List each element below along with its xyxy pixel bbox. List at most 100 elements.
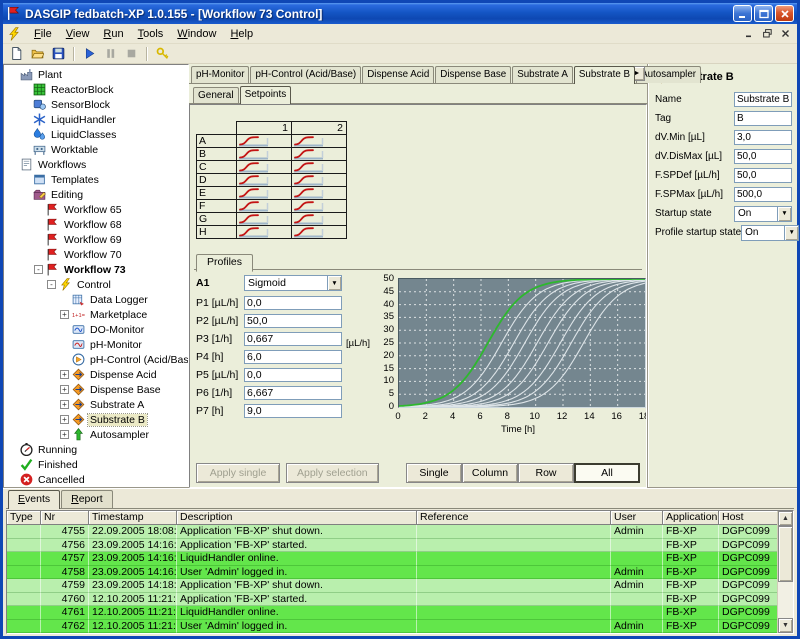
- mdi-close-button[interactable]: [777, 27, 793, 41]
- tree-item-workflow-68[interactable]: Workflow 68: [5, 217, 188, 232]
- event-row-4762[interactable]: 476212.10.2005 11:21:42User 'Admin' logg…: [7, 620, 793, 634]
- column-header-type[interactable]: Type: [7, 511, 41, 525]
- param-7-input[interactable]: [244, 404, 342, 418]
- grid-cell-F1[interactable]: [237, 200, 292, 213]
- tree-item-ph-control-acid-base[interactable]: pH-Control (Acid/Base): [5, 352, 188, 367]
- events-scrollbar[interactable]: ▲ ▼: [777, 511, 793, 633]
- grid-cell-E1[interactable]: [237, 187, 292, 200]
- tree-item-control[interactable]: -Control: [5, 277, 188, 292]
- grid-row-E[interactable]: E: [197, 187, 237, 200]
- chevron-down-icon[interactable]: ▼: [327, 276, 341, 290]
- grid-row-A[interactable]: A: [197, 135, 237, 148]
- mode-row-button[interactable]: Row: [518, 463, 574, 483]
- grid-row-D[interactable]: D: [197, 174, 237, 187]
- tab-ph-control-acid-base[interactable]: pH-Control (Acid/Base): [250, 66, 361, 83]
- menu-window[interactable]: Window: [170, 25, 223, 43]
- expand-icon[interactable]: +: [60, 415, 69, 424]
- grid-cell-D2[interactable]: [292, 174, 347, 187]
- column-header-reference[interactable]: Reference: [417, 511, 611, 525]
- grid-cell-H2[interactable]: [292, 226, 347, 239]
- param-2-input[interactable]: [244, 314, 342, 328]
- expand-icon[interactable]: +: [60, 385, 69, 394]
- grid-row-F[interactable]: F: [197, 200, 237, 213]
- tree-item-substrate-b[interactable]: +Substrate B: [5, 412, 188, 427]
- tree-item-autosampler[interactable]: +Autosampler: [5, 427, 188, 442]
- tab-dispense-base[interactable]: Dispense Base: [435, 66, 511, 83]
- maximize-button[interactable]: [754, 5, 773, 22]
- tree-item-reactorblock[interactable]: ReactorBlock: [5, 82, 188, 97]
- grid-cell-B2[interactable]: [292, 148, 347, 161]
- events-tab-events[interactable]: Events: [8, 490, 60, 509]
- tab-substrate-b[interactable]: Substrate B: [574, 66, 635, 84]
- event-row-4755[interactable]: 475522.09.2005 18:08:19Application 'FB-X…: [7, 525, 793, 539]
- event-row-4759[interactable]: 475923.09.2005 14:18:13Application 'FB-X…: [7, 579, 793, 593]
- param-4-input[interactable]: [244, 350, 342, 364]
- apply-single-button[interactable]: Apply single: [196, 463, 280, 483]
- subtab-setpoints[interactable]: Setpoints: [240, 86, 292, 104]
- column-header-user[interactable]: User: [611, 511, 663, 525]
- grid-cell-C1[interactable]: [237, 161, 292, 174]
- tag-input[interactable]: [734, 111, 792, 126]
- tree-item-worktable[interactable]: Worktable: [5, 142, 188, 157]
- f-spmax-l-h-input[interactable]: [734, 187, 792, 202]
- tree-item-substrate-a[interactable]: +Substrate A: [5, 397, 188, 412]
- tree-item-running[interactable]: Running: [5, 442, 188, 457]
- mdi-minimize-button[interactable]: [741, 27, 757, 41]
- grid-cell-B1[interactable]: [237, 148, 292, 161]
- run-button[interactable]: [80, 45, 98, 62]
- apply-selection-button[interactable]: Apply selection: [286, 463, 379, 483]
- profile-type-select[interactable]: Sigmoid ▼: [244, 275, 342, 291]
- event-row-4760[interactable]: 476012.10.2005 11:21:27Application 'FB-X…: [7, 593, 793, 607]
- chevron-down-icon[interactable]: ▼: [784, 226, 798, 240]
- open-button[interactable]: [28, 45, 46, 62]
- param-5-input[interactable]: [244, 368, 342, 382]
- mdi-restore-button[interactable]: [759, 27, 775, 41]
- tree-item-workflow-65[interactable]: Workflow 65: [5, 202, 188, 217]
- mode-column-button[interactable]: Column: [462, 463, 518, 483]
- collapse-icon[interactable]: -: [47, 280, 56, 289]
- grid-cell-G2[interactable]: [292, 213, 347, 226]
- grid-row-H[interactable]: H: [197, 226, 237, 239]
- event-row-4756[interactable]: 475623.09.2005 14:16:17Application 'FB-X…: [7, 539, 793, 553]
- tree-item-finished[interactable]: Finished: [5, 457, 188, 472]
- scroll-down-icon[interactable]: ▼: [778, 618, 793, 633]
- grid-row-G[interactable]: G: [197, 213, 237, 226]
- startup-state-select[interactable]: On▼: [734, 206, 792, 222]
- tree-item-plant[interactable]: Plant: [5, 67, 188, 82]
- mode-all-button[interactable]: All: [574, 463, 640, 483]
- scroll-up-icon[interactable]: ▲: [778, 511, 793, 526]
- grid-column-2[interactable]: 2: [292, 122, 347, 135]
- profiles-tab[interactable]: Profiles: [196, 254, 253, 272]
- param-1-input[interactable]: [244, 296, 342, 310]
- grid-column-1[interactable]: 1: [237, 122, 292, 135]
- expand-icon[interactable]: +: [60, 430, 69, 439]
- grid-cell-A1[interactable]: [237, 135, 292, 148]
- tab-substrate-a[interactable]: Substrate A: [512, 66, 573, 83]
- event-row-4758[interactable]: 475823.09.2005 14:16:28User 'Admin' logg…: [7, 566, 793, 580]
- key-button[interactable]: [153, 45, 171, 62]
- chevron-down-icon[interactable]: ▼: [777, 207, 791, 221]
- menu-view[interactable]: View: [59, 25, 97, 43]
- expand-icon[interactable]: +: [60, 370, 69, 379]
- tree-item-workflow-73[interactable]: -Workflow 73: [5, 262, 188, 277]
- expand-icon[interactable]: +: [60, 310, 69, 319]
- grid-cell-E2[interactable]: [292, 187, 347, 200]
- tab-ph-monitor[interactable]: pH-Monitor: [191, 66, 249, 83]
- tree-item-sensorblock[interactable]: SensorBlock: [5, 97, 188, 112]
- tree-item-data-logger[interactable]: Data Logger: [5, 292, 188, 307]
- f-spdef-l-h-input[interactable]: [734, 168, 792, 183]
- column-header-application[interactable]: Application: [663, 511, 719, 525]
- param-3-input[interactable]: [244, 332, 342, 346]
- new-button[interactable]: [7, 45, 25, 62]
- save-button[interactable]: [49, 45, 67, 62]
- expand-icon[interactable]: +: [60, 400, 69, 409]
- tree-item-ph-monitor[interactable]: pH-Monitor: [5, 337, 188, 352]
- tree-item-liquidclasses[interactable]: LiquidClasses: [5, 127, 188, 142]
- subtab-general[interactable]: General: [193, 87, 239, 103]
- tree-item-cancelled[interactable]: Cancelled: [5, 472, 188, 487]
- menu-file[interactable]: File: [27, 25, 59, 43]
- collapse-icon[interactable]: -: [34, 265, 43, 274]
- scrollbar-thumb[interactable]: [778, 526, 793, 582]
- column-header-host[interactable]: Host: [719, 511, 779, 525]
- dv-dismax-l-input[interactable]: [734, 149, 792, 164]
